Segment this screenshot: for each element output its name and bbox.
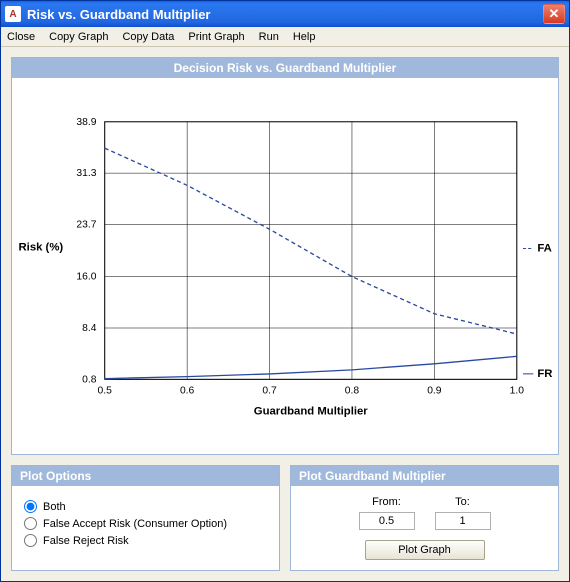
from-label: From: [372, 496, 401, 508]
from-input[interactable] [359, 512, 415, 530]
radio-fa-label: False Accept Risk (Consumer Option) [43, 518, 227, 530]
content-area: Decision Risk vs. Guardband Multiplier 0… [1, 47, 569, 581]
svg-text:8.4: 8.4 [82, 323, 97, 334]
close-icon[interactable]: ✕ [543, 4, 565, 24]
menu-copy-data[interactable]: Copy Data [122, 31, 174, 43]
svg-text:16.0: 16.0 [76, 272, 96, 283]
bottom-row: Plot Options Both False Accept Risk (Con… [11, 465, 559, 571]
svg-text:0.8: 0.8 [82, 374, 97, 385]
svg-text:0.5: 0.5 [98, 386, 113, 397]
plot-options-title: Plot Options [12, 466, 279, 486]
titlebar: A Risk vs. Guardband Multiplier ✕ [1, 1, 569, 27]
svg-text:0.9: 0.9 [427, 386, 442, 397]
window: A Risk vs. Guardband Multiplier ✕ Close … [0, 0, 570, 582]
radio-fa-row[interactable]: False Accept Risk (Consumer Option) [24, 517, 267, 530]
chart-panel: Decision Risk vs. Guardband Multiplier 0… [11, 57, 559, 455]
svg-text:0.7: 0.7 [262, 386, 277, 397]
chart-title: Decision Risk vs. Guardband Multiplier [12, 58, 558, 78]
radio-fa[interactable] [24, 517, 37, 530]
plot-range-panel: Plot Guardband Multiplier From: To: Plot… [290, 465, 559, 571]
svg-text:0.6: 0.6 [180, 386, 195, 397]
plot-graph-button[interactable]: Plot Graph [365, 540, 485, 560]
svg-text:38.9: 38.9 [76, 117, 96, 128]
to-input[interactable] [435, 512, 491, 530]
window-title: Risk vs. Guardband Multiplier [27, 7, 543, 22]
plot-options-panel: Plot Options Both False Accept Risk (Con… [11, 465, 280, 571]
menu-close[interactable]: Close [7, 31, 35, 43]
plot-range-title: Plot Guardband Multiplier [291, 466, 558, 486]
chart-body: 0.5 0.6 0.7 0.8 0.9 1.0 0.8 8.4 16.0 23.7 31.3 38.9… [12, 78, 558, 454]
radio-both[interactable] [24, 500, 37, 513]
plot-options-body: Both False Accept Risk (Consumer Option)… [12, 486, 279, 561]
radio-both-row[interactable]: Both [24, 500, 267, 513]
radio-fr[interactable] [24, 534, 37, 547]
to-col: To: [435, 496, 491, 530]
svg-text:Guardband Multiplier: Guardband Multiplier [254, 405, 369, 417]
chart-svg: 0.5 0.6 0.7 0.8 0.9 1.0 0.8 8.4 16.0 23.7 31.3 38.9… [12, 78, 558, 454]
svg-text:0.8: 0.8 [345, 386, 360, 397]
svg-text:FR: FR [537, 368, 552, 380]
menu-help[interactable]: Help [293, 31, 316, 43]
svg-text:31.3: 31.3 [76, 168, 96, 179]
range-form-row: From: To: [303, 496, 546, 530]
svg-text:1.0: 1.0 [510, 386, 525, 397]
svg-text:Risk (%): Risk (%) [18, 242, 63, 254]
menu-copy-graph[interactable]: Copy Graph [49, 31, 108, 43]
app-icon: A [5, 6, 21, 22]
menubar: Close Copy Graph Copy Data Print Graph R… [1, 27, 569, 47]
radio-fr-label: False Reject Risk [43, 535, 129, 547]
from-col: From: [359, 496, 415, 530]
radio-fr-row[interactable]: False Reject Risk [24, 534, 267, 547]
radio-both-label: Both [43, 501, 66, 513]
svg-text:FA: FA [537, 243, 551, 255]
to-label: To: [455, 496, 470, 508]
svg-text:23.7: 23.7 [76, 220, 96, 231]
menu-print-graph[interactable]: Print Graph [188, 31, 244, 43]
menu-run[interactable]: Run [259, 31, 279, 43]
plot-range-body: From: To: Plot Graph [291, 486, 558, 570]
